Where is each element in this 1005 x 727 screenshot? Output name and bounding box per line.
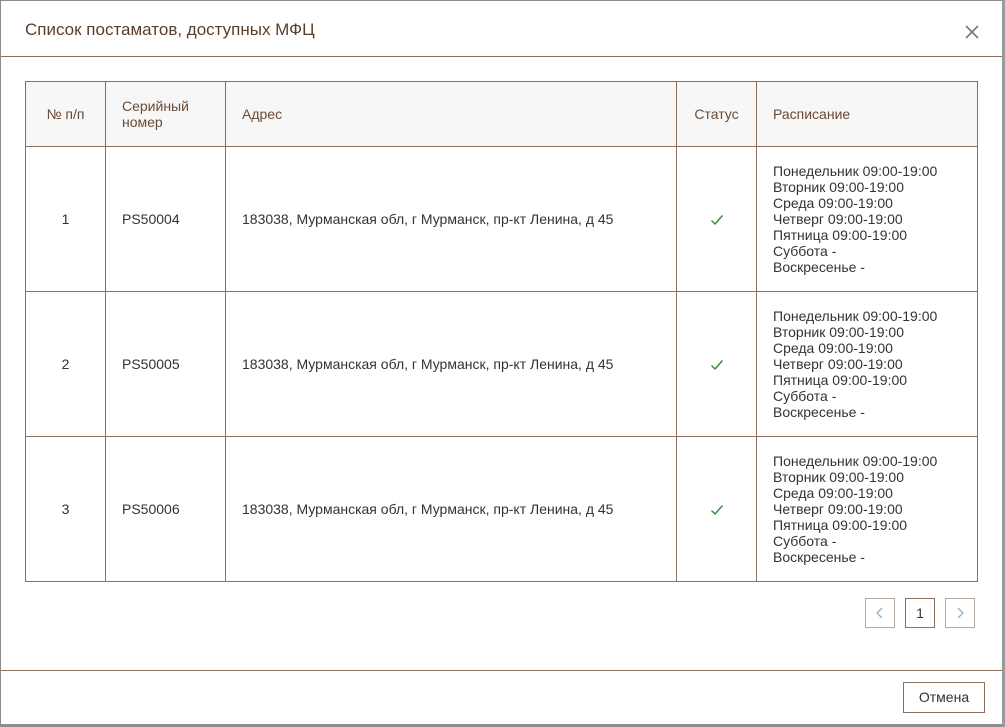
cancel-button[interactable]: Отмена — [903, 682, 985, 713]
close-button[interactable] — [963, 23, 981, 41]
next-page-button[interactable] — [945, 598, 975, 628]
schedule-line: Среда 09:00-19:00 — [773, 340, 893, 356]
postamat-table-container: № п/п Серийный номер Адрес Статус Распис… — [25, 81, 978, 582]
table-header-row: № п/п Серийный номер Адрес Статус Распис… — [25, 81, 978, 147]
schedule-line: Понедельник 09:00-19:00 — [773, 163, 938, 179]
close-icon — [965, 25, 979, 39]
schedule-line: Вторник 09:00-19:00 — [773, 179, 904, 195]
table-row: 1 PS50004 183038, Мурманская обл, г Мурман… — [25, 146, 978, 292]
chevron-right-icon — [957, 607, 964, 619]
cell-serial: PS50005 — [105, 291, 226, 437]
column-header-status: Статус — [676, 81, 757, 147]
cell-address: 183038, Мурманская обл, г Мурманск, пр-к… — [225, 436, 677, 582]
schedule-line: Среда 09:00-19:00 — [773, 195, 893, 211]
column-header-serial-label: Серийный номер — [122, 98, 189, 130]
cell-num: 2 — [25, 291, 106, 437]
schedule-line: Воскресенье - — [773, 259, 865, 275]
cell-serial: PS50004 — [105, 146, 226, 292]
schedule-line: Понедельник 09:00-19:00 — [773, 308, 938, 324]
table-row: 2 PS50005 183038, Мурманская обл, г Мурман… — [25, 291, 978, 437]
table-row: 3 PS50006 183038, Мурманская обл, г Мурман… — [25, 436, 978, 582]
check-icon — [710, 360, 723, 371]
cell-schedule: Понедельник 09:00-19:00 Вторник 09:00-19:… — [756, 146, 978, 292]
cell-serial: PS50006 — [105, 436, 226, 582]
cell-num: 1 — [25, 146, 106, 292]
cell-num: 3 — [25, 436, 106, 582]
cell-status — [676, 291, 757, 437]
schedule-line: Вторник 09:00-19:00 — [773, 469, 904, 485]
schedule-line: Пятница 09:00-19:00 — [773, 517, 908, 533]
schedule-line: Суббота - — [773, 243, 837, 259]
cell-schedule: Понедельник 09:00-19:00 Вторник 09:00-19:… — [756, 436, 978, 582]
page-button-current[interactable]: 1 — [905, 598, 935, 628]
cell-status — [676, 436, 757, 582]
modal-title: Список постаматов, доступных МФЦ — [25, 20, 315, 39]
schedule-line: Пятница 09:00-19:00 — [773, 372, 908, 388]
schedule-line: Среда 09:00-19:00 — [773, 485, 893, 501]
schedule-line: Суббота - — [773, 533, 837, 549]
check-icon — [710, 505, 723, 516]
schedule-line: Суббота - — [773, 388, 837, 404]
schedule-line: Понедельник 09:00-19:00 — [773, 453, 938, 469]
table-body: 1 PS50004 183038, Мурманская обл, г Мурман… — [25, 146, 978, 582]
cell-address: 183038, Мурманская обл, г Мурманск, пр-к… — [225, 291, 677, 437]
modal-header: Список постаматов, доступных МФЦ — [1, 1, 1002, 57]
check-icon — [710, 215, 723, 226]
cell-schedule: Понедельник 09:00-19:00 Вторник 09:00-19:… — [756, 291, 978, 437]
schedule-line: Пятница 09:00-19:00 — [773, 227, 908, 243]
schedule-line: Четверг 09:00-19:00 — [773, 501, 903, 517]
column-header-schedule: Расписание — [756, 81, 978, 147]
cell-status — [676, 146, 757, 292]
column-header-num: № п/п — [25, 81, 106, 147]
chevron-left-icon — [876, 607, 883, 619]
prev-page-button[interactable] — [865, 598, 895, 628]
schedule-line: Воскресенье - — [773, 404, 865, 420]
cell-address: 183038, Мурманская обл, г Мурманск, пр-к… — [225, 146, 677, 292]
modal-footer: Отмена — [1, 670, 1002, 724]
postamat-table: № п/п Серийный номер Адрес Статус Распис… — [25, 81, 978, 582]
schedule-line: Четверг 09:00-19:00 — [773, 211, 903, 227]
schedule-line: Четверг 09:00-19:00 — [773, 356, 903, 372]
column-header-address: Адрес — [225, 81, 677, 147]
column-header-serial: Серийный номер — [105, 81, 226, 147]
postamat-list-modal: Список постаматов, доступных МФЦ № п/п С… — [1, 1, 1002, 724]
schedule-line: Вторник 09:00-19:00 — [773, 324, 904, 340]
table-header: № п/п Серийный номер Адрес Статус Распис… — [25, 81, 978, 147]
schedule-line: Воскресенье - — [773, 549, 865, 565]
